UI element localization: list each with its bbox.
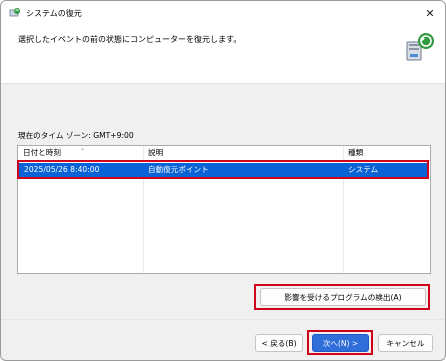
- highlight-next-button: [307, 330, 373, 355]
- window-title: システムの復元: [26, 9, 82, 18]
- column-header-type[interactable]: 種類: [343, 146, 430, 160]
- header-instruction: 選択したイベントの前の状態にコンピューターを復元します。: [18, 35, 242, 44]
- column-header-description[interactable]: 説明: [143, 146, 343, 160]
- title-bar[interactable]: システムの復元 ✕: [1, 1, 445, 26]
- header-panel: 選択したイベントの前の状態にコンピューターを復元します。: [1, 26, 445, 84]
- back-button[interactable]: < 戻る(B): [255, 334, 303, 352]
- footer-divider: [1, 319, 445, 320]
- system-restore-window: システムの復元 ✕ 選択したイベントの前の状態にコンピューターを復元します。 現…: [0, 0, 446, 361]
- system-restore-icon: [9, 8, 20, 17]
- highlight-scan-button: [254, 284, 430, 310]
- cancel-button[interactable]: キャンセル: [378, 334, 433, 352]
- list-header: 日付と時刻 ⌄ 説明 種類: [18, 145, 430, 161]
- highlight-selected-row: [17, 160, 429, 179]
- timezone-label: 現在のタイム ゾーン: GMT+9:00: [18, 131, 134, 140]
- sort-arrow-icon: ⌄: [80, 145, 86, 152]
- system-restore-large-icon: [406, 33, 434, 61]
- close-button[interactable]: ✕: [421, 5, 439, 21]
